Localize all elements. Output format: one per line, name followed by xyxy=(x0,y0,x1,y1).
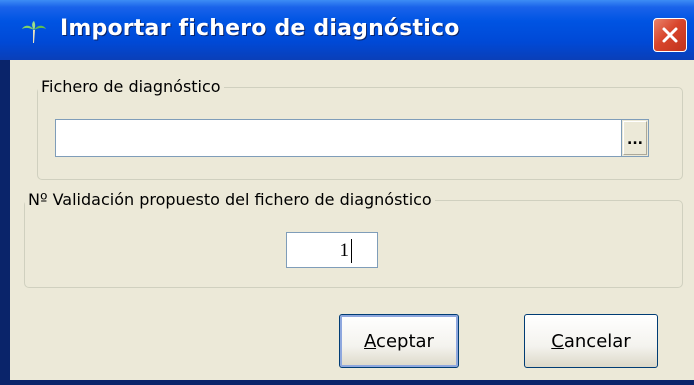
title-bar[interactable]: Importar fichero de diagnóstico xyxy=(0,0,694,60)
browse-button[interactable]: ... xyxy=(621,119,649,157)
cancel-button-label: Cancelar xyxy=(525,331,657,352)
validation-group-legend: Nº Validación propuesto del fichero de d… xyxy=(25,190,435,209)
dialog-body: Fichero de diagnóstico ... Nº Validación… xyxy=(10,60,694,380)
close-icon xyxy=(662,27,678,43)
file-group-legend: Fichero de diagnóstico xyxy=(38,77,224,96)
cancel-label-rest: ancelar xyxy=(563,331,631,352)
cancel-button[interactable]: Cancelar xyxy=(524,314,658,368)
cancel-mnemonic: C xyxy=(551,331,564,352)
dialog-window: Importar fichero de diagnóstico Fichero … xyxy=(0,0,694,385)
accept-button[interactable]: Aceptar xyxy=(339,314,459,368)
accept-label-rest: ceptar xyxy=(376,331,434,352)
close-button[interactable] xyxy=(653,18,687,52)
text-caret xyxy=(351,239,352,263)
validation-number-value: 1 xyxy=(339,240,350,261)
window-title: Importar fichero de diagnóstico xyxy=(60,16,460,41)
accept-mnemonic: A xyxy=(364,331,377,352)
accept-button-label: Aceptar xyxy=(340,331,458,352)
palm-tree-icon xyxy=(20,20,48,44)
file-path-input[interactable] xyxy=(55,119,621,157)
validation-number-input[interactable]: 1 xyxy=(286,232,378,268)
browse-button-face: ... xyxy=(623,121,647,155)
browse-button-label: ... xyxy=(627,132,643,148)
